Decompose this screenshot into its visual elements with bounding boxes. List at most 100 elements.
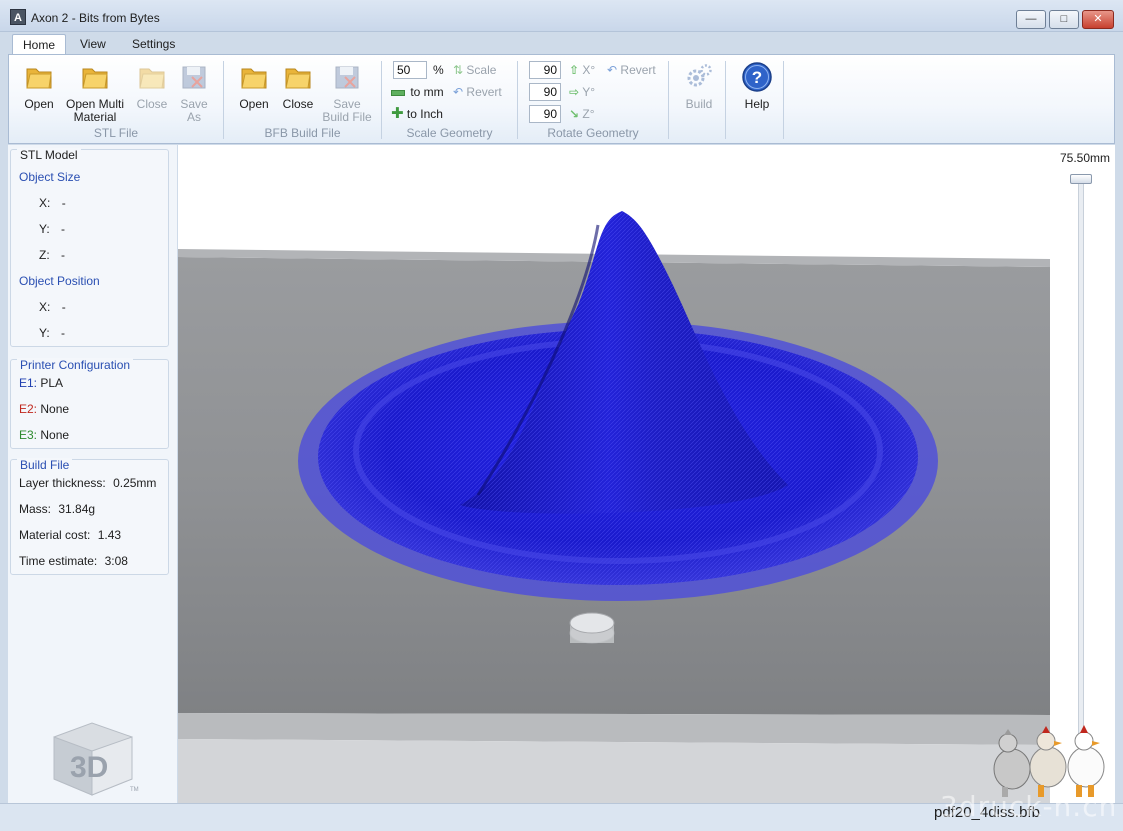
- bfb-build-file-group-label: BFB Build File: [264, 126, 341, 140]
- minimize-button[interactable]: —: [1016, 10, 1046, 29]
- e2-label: E2:: [19, 402, 38, 416]
- rotate-x-button[interactable]: ⇧ X°: [569, 61, 595, 79]
- height-slider-panel: 75.50mm: [993, 145, 1115, 803]
- arrow-down-right-icon: ↘: [569, 107, 580, 121]
- to-mm-button[interactable]: to mm: [391, 83, 444, 101]
- bfb-close-button[interactable]: Close: [279, 61, 317, 111]
- axon-logo-icon: A: [10, 9, 26, 25]
- tab-home[interactable]: Home: [12, 34, 67, 56]
- chicken-mascot-white: [1067, 725, 1105, 797]
- rotate-revert-button[interactable]: ↶ Revert: [607, 61, 656, 79]
- rotate-y-button[interactable]: ⇨ Y°: [569, 83, 595, 101]
- e1-value: PLA: [40, 376, 64, 390]
- scale-arrows-icon: ⇅: [453, 63, 464, 77]
- pos-y-value: -: [61, 326, 66, 340]
- save-as-line2: As: [186, 110, 201, 124]
- pos-x-label: X:: [39, 300, 51, 314]
- build-platform-scene: [178, 211, 1050, 803]
- layer-thickness-value: 0.25mm: [113, 476, 157, 490]
- help-button[interactable]: ? Help: [735, 61, 779, 111]
- rotate-y-input[interactable]: 90: [529, 83, 561, 101]
- help-label: Help: [744, 97, 770, 111]
- mass-value: 31.84g: [58, 502, 96, 516]
- scale-percent-input[interactable]: 50: [393, 61, 427, 79]
- size-x-label: X:: [39, 196, 51, 210]
- printer-config-box: Printer Configuration E1: PLA E2: None E…: [10, 358, 169, 449]
- 3d-viewport[interactable]: [178, 145, 1115, 803]
- scale-revert-button[interactable]: ↶ Revert: [453, 83, 502, 101]
- layer-thickness-label: Layer thickness:: [19, 476, 106, 490]
- rotate-y-label: Y°: [582, 85, 595, 99]
- watermark-text: 3druck-n.ch: [940, 790, 1118, 823]
- to-mm-label: to mm: [410, 85, 444, 99]
- open-multi-line1: Open Multi: [65, 97, 125, 111]
- save-build-file-button[interactable]: Save Build File: [319, 61, 375, 124]
- ribbon-tabs: Home View Settings: [0, 32, 1123, 56]
- size-x-row: X: -: [39, 196, 66, 210]
- e2-row: E2: None: [19, 402, 69, 416]
- bfb-open-button[interactable]: Open: [235, 61, 273, 111]
- material-cost-label: Material cost:: [19, 528, 91, 542]
- size-x-value: -: [61, 196, 66, 210]
- svg-text:?: ?: [752, 68, 762, 87]
- build-label: Build: [685, 97, 713, 111]
- open-multi-material-button[interactable]: Open Multi Material: [63, 61, 127, 124]
- left-panel: STL Model Object Size X: - Y: - Z: - Obj…: [8, 145, 177, 803]
- e1-row: E1: PLA: [19, 376, 63, 390]
- rotate-z-button[interactable]: ↘ Z°: [569, 105, 595, 123]
- folder-icon: [82, 68, 108, 89]
- maximize-button[interactable]: □: [1049, 10, 1079, 29]
- arrow-right-icon: ⇨: [569, 85, 580, 99]
- save-disk-icon: [335, 66, 359, 89]
- time-estimate-value: 3:08: [104, 554, 128, 568]
- window-title: Axon 2 - Bits from Bytes: [31, 11, 160, 25]
- close-window-button[interactable]: ✕: [1082, 10, 1114, 29]
- e2-value: None: [40, 402, 70, 416]
- group-separator: [725, 61, 726, 139]
- tab-view[interactable]: View: [70, 34, 116, 55]
- rotate-x-input[interactable]: 90: [529, 61, 561, 79]
- pos-x-row: X: -: [39, 300, 66, 314]
- save-build-line1: Save: [333, 97, 361, 111]
- save-build-line2: Build File: [322, 110, 372, 124]
- bfb-close-label: Close: [282, 97, 314, 111]
- folder-icon: [26, 68, 52, 89]
- stl-model-box: STL Model Object Size X: - Y: - Z: - Obj…: [10, 148, 169, 347]
- help-question-icon: ?: [742, 62, 772, 92]
- size-y-label: Y:: [39, 222, 50, 236]
- build-button[interactable]: Build: [677, 61, 721, 111]
- height-slider-track[interactable]: [1078, 179, 1084, 749]
- to-inch-label: to Inch: [406, 107, 443, 121]
- stl-close-button[interactable]: Close: [133, 61, 171, 111]
- height-slider-thumb[interactable]: [1070, 174, 1092, 184]
- stl-save-as-button[interactable]: Save As: [175, 61, 213, 124]
- folder-icon: [241, 68, 267, 89]
- stl-open-label: Open: [24, 97, 54, 111]
- folder-icon: [139, 68, 165, 89]
- e1-label: E1:: [19, 376, 38, 390]
- pos-x-value: -: [61, 300, 66, 314]
- plus-icon: ✚: [391, 105, 404, 122]
- size-z-label: Z:: [39, 248, 50, 262]
- to-inch-button[interactable]: ✚ to Inch: [391, 105, 443, 123]
- time-estimate-row: Time estimate: 3:08: [19, 554, 128, 568]
- material-cost-value: 1.43: [97, 528, 122, 542]
- stl-open-button[interactable]: Open: [19, 61, 59, 111]
- time-estimate-label: Time estimate:: [19, 554, 98, 568]
- percent-symbol: %: [433, 63, 444, 77]
- rotate-revert-label: Revert: [620, 63, 656, 77]
- ribbon: Open Open Multi Material Close Save As S…: [8, 54, 1115, 144]
- tab-settings[interactable]: Settings: [122, 34, 185, 55]
- scale-label: Scale: [466, 63, 497, 77]
- group-separator: [783, 61, 784, 139]
- e3-value: None: [40, 428, 70, 442]
- scale-button[interactable]: ⇅ Scale: [453, 61, 496, 79]
- e3-row: E3: None: [19, 428, 69, 442]
- rotate-z-input[interactable]: 90: [529, 105, 561, 123]
- stl-close-label: Close: [136, 97, 168, 111]
- gears-icon: [687, 64, 712, 87]
- size-z-row: Z: -: [39, 248, 65, 262]
- height-value-label: 75.50mm: [1060, 151, 1111, 165]
- e3-label: E3:: [19, 428, 38, 442]
- stl-file-group-label: STL File: [93, 126, 139, 140]
